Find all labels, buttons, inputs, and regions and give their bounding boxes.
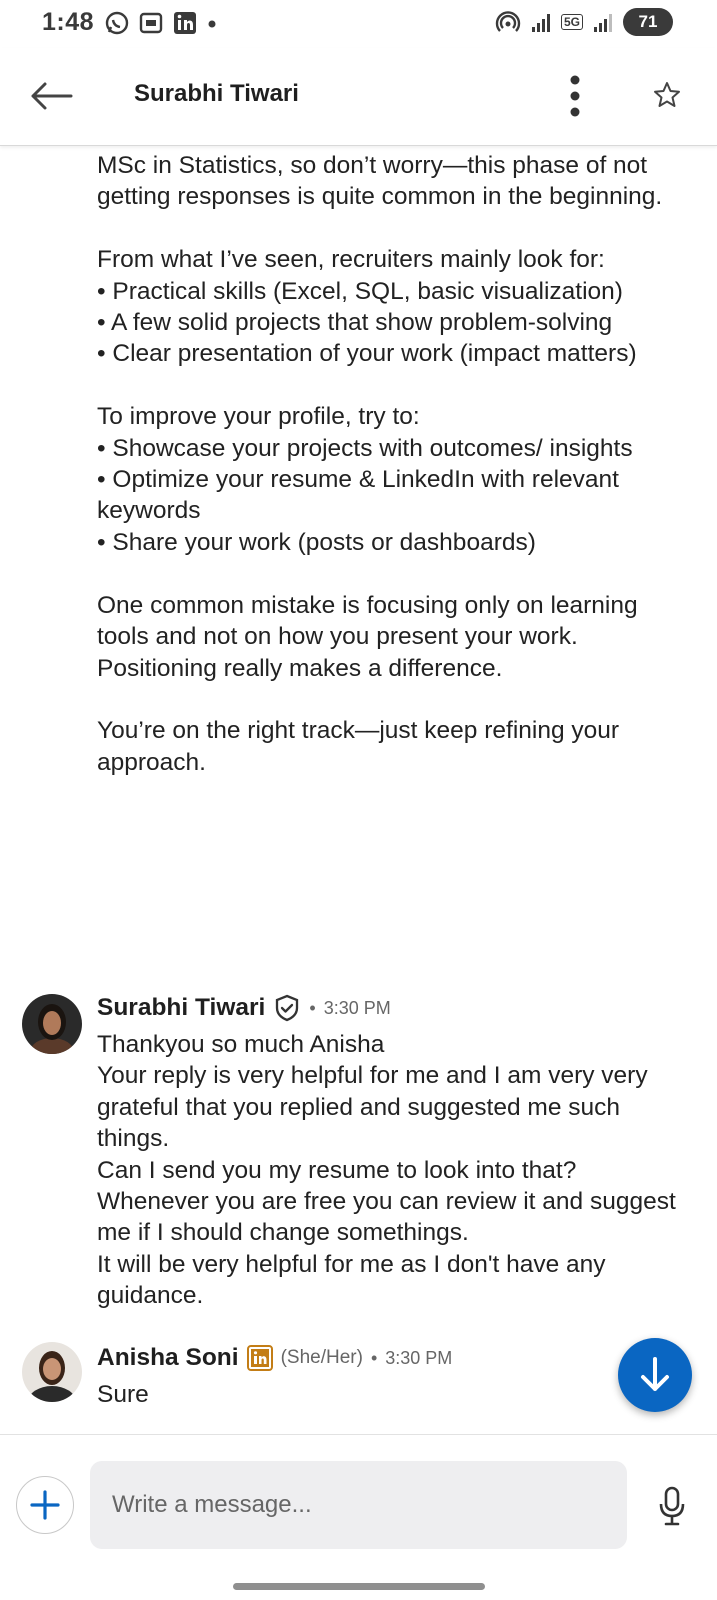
more-vertical-icon <box>570 75 580 117</box>
avatar[interactable] <box>22 994 82 1054</box>
attach-button[interactable] <box>16 1476 74 1534</box>
battery-icon: 71 <box>623 8 673 36</box>
message-time: 3:30 PM <box>323 997 391 1018</box>
conversation-title[interactable]: Surabhi Tiwari <box>134 80 299 108</box>
star-icon <box>654 82 680 107</box>
system-icons: 5G 71 <box>495 8 673 36</box>
arrow-down-icon <box>641 1357 669 1391</box>
linkedin-premium-icon <box>246 1345 273 1371</box>
message-time: 3:30 PM <box>385 1347 453 1368</box>
status-bar: 1:48 5G 71 <box>0 0 717 48</box>
signal-icon-2 <box>594 14 612 32</box>
linkedin-icon <box>174 12 196 34</box>
back-button[interactable] <box>26 72 76 120</box>
avatar[interactable] <box>22 1342 82 1402</box>
message-thread[interactable]: MSc in Statistics, so don’t worry—this p… <box>0 147 717 1434</box>
hotspot-icon <box>495 11 521 32</box>
status-time: 1:48 <box>42 8 95 36</box>
message-text: Thankyou so much Anisha Your reply is ve… <box>97 1031 676 1310</box>
previous-message-text: MSc in Statistics, so don’t worry—this p… <box>97 152 663 776</box>
message-text: Sure <box>97 1381 149 1408</box>
sender-name[interactable]: Anisha Soni <box>97 1344 239 1372</box>
more-options-button[interactable] <box>560 70 590 122</box>
separator-dot: • <box>370 1347 378 1368</box>
scroll-to-bottom-button[interactable] <box>618 1338 692 1412</box>
star-button[interactable] <box>650 78 684 112</box>
verified-icon <box>276 994 299 1022</box>
signal-icon <box>531 14 550 32</box>
dot-icon <box>208 20 216 28</box>
sender-name[interactable]: Surabhi Tiwari <box>97 994 265 1022</box>
sender-line: Anisha Soni (She/Her) • 3:30 PM <box>97 1344 452 1372</box>
back-arrow-icon <box>31 82 73 110</box>
message-input[interactable] <box>90 1461 627 1549</box>
home-indicator[interactable] <box>233 1583 485 1590</box>
whatsapp-icon <box>105 11 129 35</box>
screenshot-icon <box>139 12 163 34</box>
battery-level: 71 <box>638 12 658 31</box>
conversation-header: Surabhi Tiwari <box>0 48 717 146</box>
compose-bar <box>0 1434 717 1600</box>
voice-message-button[interactable] <box>654 1483 690 1529</box>
plus-icon <box>30 1490 60 1520</box>
separator-dot: • <box>309 997 316 1018</box>
sender-pronouns: (She/Her) <box>280 1347 363 1368</box>
network-5g-icon: 5G <box>560 14 583 30</box>
microphone-icon <box>659 1486 685 1526</box>
notification-icons <box>104 10 218 36</box>
sender-line: Surabhi Tiwari • 3:30 PM <box>97 994 391 1022</box>
